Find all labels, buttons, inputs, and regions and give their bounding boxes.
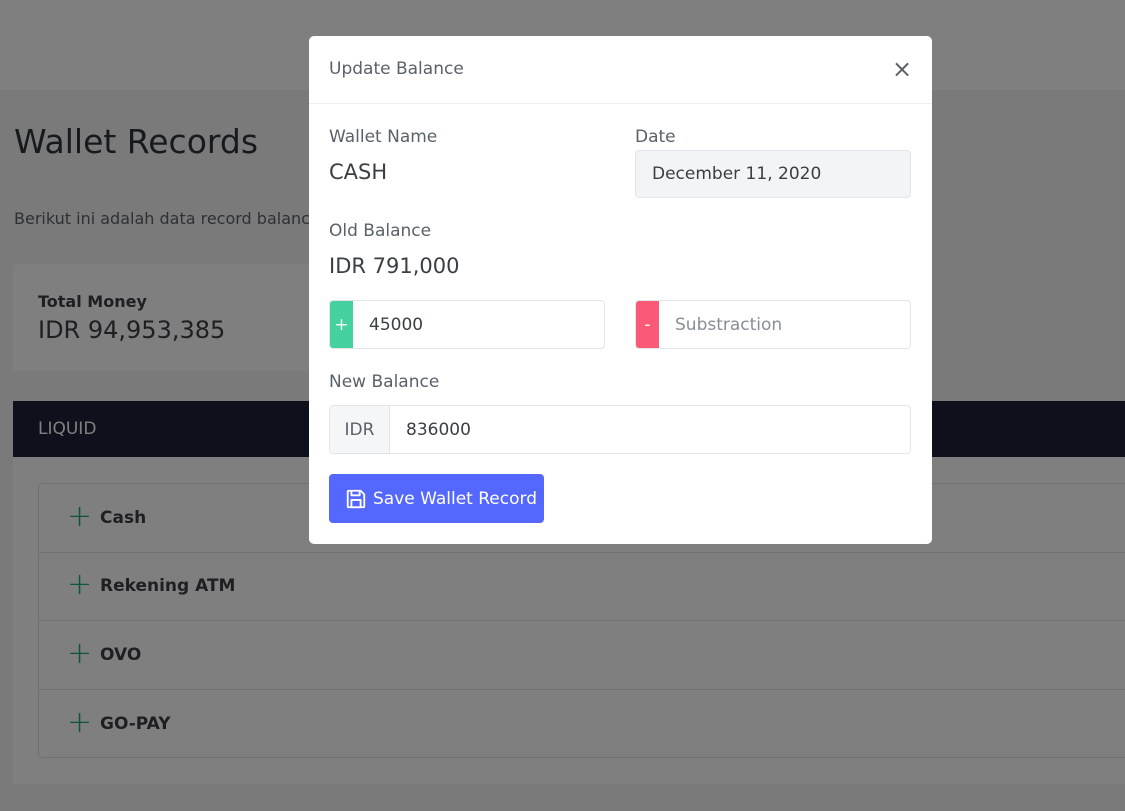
wallet-name-value: CASH (329, 160, 388, 184)
new-balance-label: New Balance (329, 372, 440, 392)
new-balance-input-group: IDR (329, 405, 911, 454)
modal-header: Update Balance × (309, 36, 932, 104)
close-icon[interactable]: × (890, 56, 914, 82)
wallet-name-label: Wallet Name (329, 127, 438, 147)
addition-addon: + (330, 301, 353, 348)
old-balance-label: Old Balance (329, 221, 432, 241)
modal-title: Update Balance (329, 59, 464, 79)
save-button-label: Save Wallet Record (373, 488, 537, 509)
update-balance-modal: Update Balance × Wallet Name CASH Date D… (309, 36, 932, 544)
new-balance-input[interactable] (390, 406, 910, 453)
date-label: Date (635, 127, 676, 147)
date-field[interactable]: December 11, 2020 (635, 150, 911, 198)
floppy-disk-icon (346, 489, 366, 508)
subtraction-input[interactable] (659, 301, 910, 348)
subtraction-addon: - (636, 301, 659, 348)
currency-addon: IDR (330, 406, 390, 453)
subtraction-input-group: - (635, 300, 911, 349)
save-wallet-record-button[interactable]: Save Wallet Record (329, 474, 544, 523)
addition-input-group: + (329, 300, 605, 349)
old-balance-value: IDR 791,000 (329, 254, 460, 278)
addition-input[interactable] (353, 301, 604, 348)
